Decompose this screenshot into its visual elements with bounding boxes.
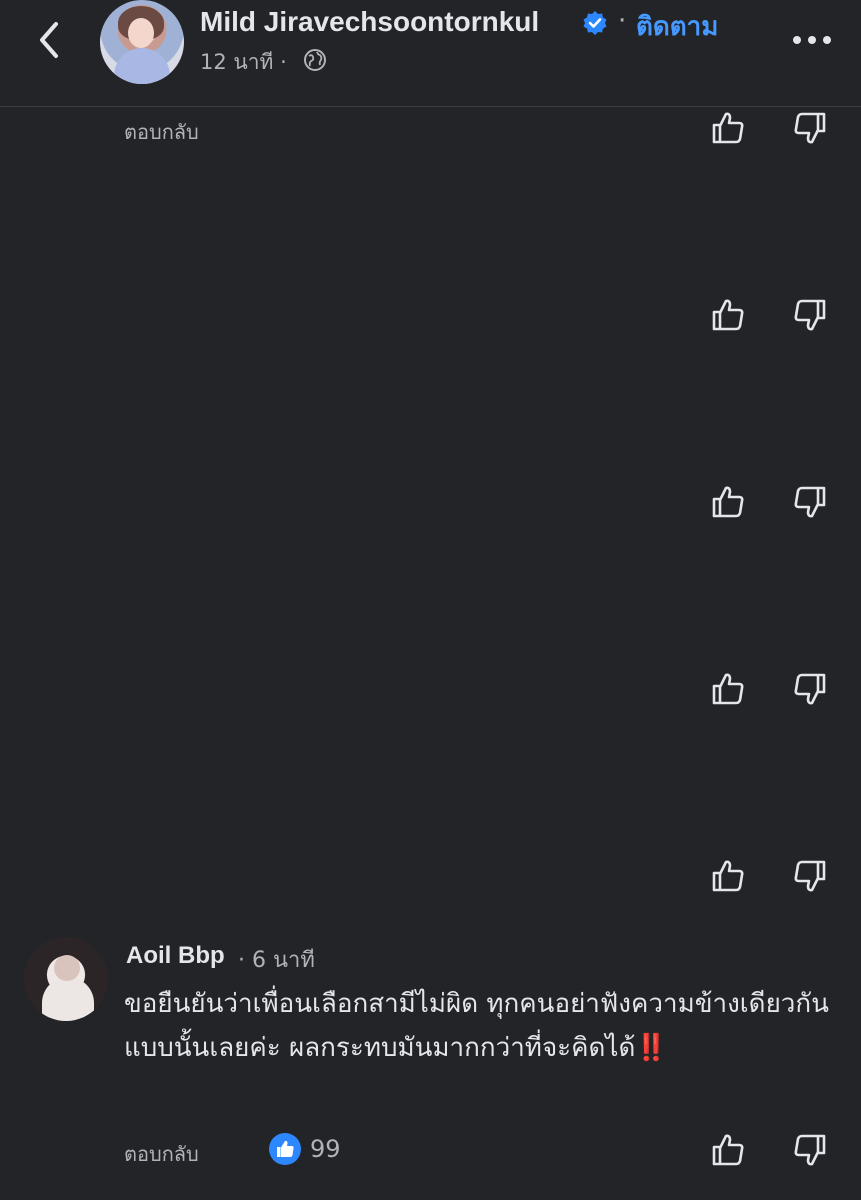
upvote-button[interactable] [710,858,746,894]
downvote-button[interactable] [792,484,828,520]
downvote-button[interactable] [792,858,828,894]
thumbs-up-icon [712,1134,744,1166]
double-exclamation-emoji: ‼️ [635,1033,668,1063]
comment-timestamp: · 6 นาที [238,948,315,973]
like-reaction-icon[interactable] [268,1132,302,1166]
thumbs-down-icon [794,112,826,144]
thumbs-up-icon [712,860,744,892]
downvote-button[interactable] [792,1132,828,1168]
post-timestamp: 12 นาที · [200,50,287,74]
thumbs-down-icon [794,860,826,892]
reply-button[interactable]: ตอบกลับ [124,116,199,148]
thumbs-up-icon [712,299,744,331]
comment-text: ขอยืนยันว่าเพื่อนเลือกสามีไม่ผิด ทุกคนอย… [124,989,829,1063]
upvote-button[interactable] [710,110,746,146]
more-horizontal-icon [793,36,831,44]
thumbs-up-icon [712,112,744,144]
author-avatar[interactable] [100,0,184,84]
upvote-button[interactable] [710,1132,746,1168]
thumbs-down-icon [794,299,826,331]
globe-icon [304,49,326,71]
follow-button[interactable]: ติดตาม [636,6,718,47]
separator-dot: · [618,6,627,36]
upvote-button[interactable] [710,671,746,707]
chevron-left-icon [40,22,58,58]
verified-badge-icon [583,11,607,35]
thumbs-up-icon [712,486,744,518]
commenter-name[interactable]: Aoil Bbp [126,942,225,970]
thumbs-down-icon [794,1134,826,1166]
downvote-button[interactable] [792,297,828,333]
like-count: 99 [310,1135,341,1163]
thumbs-down-icon [794,486,826,518]
comment-body: ขอยืนยันว่าเพื่อนเลือกสามีไม่ผิด ทุกคนอย… [124,982,844,1070]
thumbs-up-icon [712,673,744,705]
upvote-button[interactable] [710,297,746,333]
thumbs-down-icon [794,673,826,705]
commenter-avatar[interactable] [24,937,108,1021]
upvote-button[interactable] [710,484,746,520]
post-header: Mild Jiravechsoontornkul · ติดตาม 12 นาท… [0,0,861,107]
more-options-button[interactable] [790,28,834,52]
author-name[interactable]: Mild Jiravechsoontornkul [200,6,539,38]
downvote-button[interactable] [792,671,828,707]
downvote-button[interactable] [792,110,828,146]
back-button[interactable] [30,18,70,62]
reply-button[interactable]: ตอบกลับ [124,1138,199,1170]
